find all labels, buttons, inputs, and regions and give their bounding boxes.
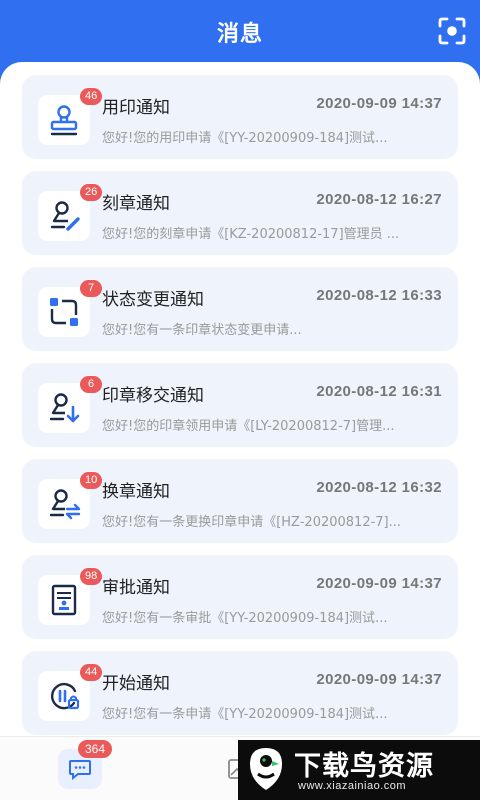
message-title: 审批通知 (102, 578, 170, 598)
message-time: 2020-08-12 16:27 (316, 191, 442, 208)
message-time: 2020-08-12 16:31 (316, 383, 442, 400)
watermark-banner: 下载鸟资源 www.xiazainiao.com (238, 740, 480, 800)
tab-messages-badge: 364 (78, 740, 113, 758)
watermark-url: www.xiazainiao.com (298, 780, 407, 792)
unread-badge: 44 (80, 664, 103, 681)
message-title: 印章移交通知 (102, 386, 204, 406)
message-title: 换章通知 (102, 482, 170, 502)
message-title: 状态变更通知 (102, 290, 204, 310)
message-item-stamp-engrave[interactable]: 26 刻章通知 2020-08-12 16:27 您好!您的刻章申请《[KZ-2… (22, 171, 458, 255)
message-time: 2020-09-09 14:37 (316, 95, 442, 112)
message-list: 46 用印通知 2020-09-09 14:37 您好!您的用印申请《[YY-2… (0, 62, 480, 800)
message-item-start[interactable]: 44 开始通知 2020-09-09 14:37 您好!您有一条申请《[YY-2… (22, 651, 458, 735)
unread-badge: 98 (80, 568, 103, 585)
message-preview: 您好!您有一条印章状态变更申请... (102, 323, 302, 338)
unread-badge: 6 (80, 376, 102, 393)
approval-document-icon (51, 584, 77, 616)
unread-badge: 7 (80, 280, 102, 297)
message-time: 2020-09-09 14:37 (316, 671, 442, 688)
message-icon (69, 760, 91, 780)
message-preview: 您好!您有一条更换印章申请《[HZ-20200812-7]... (102, 515, 402, 530)
unread-badge: 10 (80, 472, 103, 489)
message-preview: 您好!您的印章领用申请《[LY-20200812-7]管理... (102, 419, 395, 434)
stamp-transfer-icon (49, 393, 80, 423)
message-preview: 您好!您有一条申请《[YY-20200909-184]测试... (102, 707, 388, 722)
message-title: 开始通知 (102, 674, 170, 694)
message-item-status-change[interactable]: 7 状态变更通知 2020-08-12 16:33 您好!您有一条印章状态变更申… (22, 267, 458, 351)
message-time: 2020-08-12 16:32 (316, 479, 442, 496)
message-item-stamp-use[interactable]: 46 用印通知 2020-09-09 14:37 您好!您的用印申请《[YY-2… (22, 75, 458, 159)
message-item-approval[interactable]: 98 审批通知 2020-09-09 14:37 您好!您有一条审批《[YY-2… (22, 555, 458, 639)
watermark-title: 下载鸟资源 (294, 751, 434, 782)
message-preview: 您好!您有一条审批《[YY-20200909-184]测试... (102, 611, 388, 626)
unread-badge: 46 (80, 88, 103, 105)
message-title: 刻章通知 (102, 194, 170, 214)
unread-badge: 26 (80, 184, 103, 201)
page-title: 消息 (216, 22, 263, 47)
app-header: 消息 (0, 0, 480, 64)
message-time: 2020-09-09 14:37 (316, 575, 442, 592)
stamp-icon (50, 105, 78, 136)
message-title: 用印通知 (102, 98, 170, 118)
message-time: 2020-08-12 16:33 (316, 287, 442, 304)
message-item-stamp-transfer[interactable]: 6 印章移交通知 2020-08-12 16:31 您好!您的印章领用申请《[L… (22, 363, 458, 447)
status-sync-icon (50, 298, 78, 326)
bird-logo-icon (250, 748, 282, 790)
scan-icon[interactable] (438, 17, 466, 45)
stamp-exchange-icon (49, 489, 81, 520)
message-preview: 您好!您的用印申请《[YY-20200909-184]测试... (102, 131, 388, 146)
start-icon (50, 682, 80, 710)
message-preview: 您好!您的刻章申请《[KZ-20200812-17]管理员 ... (102, 227, 400, 242)
stamp-engrave-icon (50, 201, 80, 231)
message-item-stamp-exchange[interactable]: 10 换章通知 2020-08-12 16:32 您好!您有一条更换印章申请《[… (22, 459, 458, 543)
